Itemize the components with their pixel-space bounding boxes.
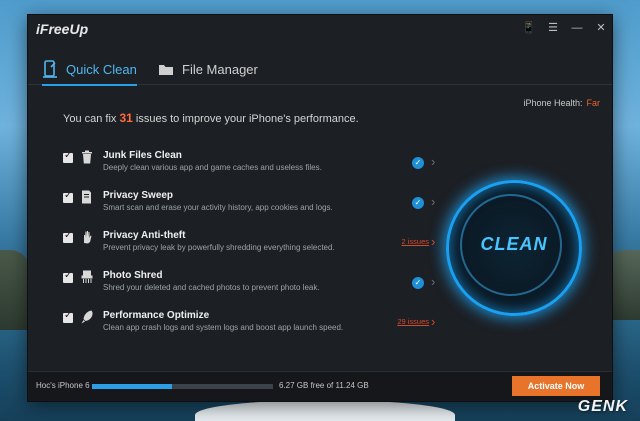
chevron-right-icon[interactable]: › xyxy=(431,154,435,169)
chevron-right-icon[interactable]: › xyxy=(431,234,435,249)
checkbox[interactable] xyxy=(63,150,73,163)
ok-check-icon: ✓ xyxy=(412,197,424,209)
menu-icon[interactable]: ☰ xyxy=(546,21,560,35)
list-item[interactable]: Privacy Sweep Smart scan and erase your … xyxy=(63,188,435,228)
shredder-icon xyxy=(81,270,93,283)
health-value: Far xyxy=(586,98,601,108)
issues-link[interactable]: 2 issues xyxy=(363,237,429,246)
app-window: iFreeUp 📱 ☰ — ✕ Quick Clean File Manager… xyxy=(27,14,613,402)
list-item[interactable]: Performance Optimize Clean app crash log… xyxy=(63,308,435,348)
hand-icon xyxy=(84,231,92,244)
list-item[interactable]: Junk Files Clean Deeply clean various ap… xyxy=(63,148,435,188)
phone-icon[interactable]: 📱 xyxy=(522,21,536,35)
headline-prefix: You can fix xyxy=(63,113,120,125)
item-description: Shred your deleted and cached photos to … xyxy=(103,283,320,292)
storage-text: 6.27 GB free of 11.24 GB xyxy=(279,381,369,390)
ok-check-icon: ✓ xyxy=(412,157,424,169)
ok-check-icon: ✓ xyxy=(412,277,424,289)
issue-count: 31 xyxy=(119,111,133,125)
item-title: Privacy Sweep xyxy=(103,190,174,201)
tab-file-manager-label: File Manager xyxy=(182,61,258,77)
tab-quick-clean[interactable]: Quick Clean xyxy=(42,53,137,86)
chevron-right-icon[interactable]: › xyxy=(431,274,435,289)
item-title: Privacy Anti-theft xyxy=(103,230,186,241)
folder-icon xyxy=(159,65,173,75)
storage-bar-fill xyxy=(92,384,172,389)
clean-item-list: Junk Files Clean Deeply clean various ap… xyxy=(63,148,435,348)
app-title: iFreeUp xyxy=(36,21,89,37)
close-button[interactable]: ✕ xyxy=(594,21,608,35)
list-item[interactable]: Privacy Anti-theft Prevent privacy leak … xyxy=(63,228,435,268)
checkbox[interactable] xyxy=(63,230,73,243)
genk-watermark: GENK xyxy=(577,398,628,415)
clean-button[interactable]: CLEAN xyxy=(446,180,582,316)
item-title: Photo Shred xyxy=(103,270,163,281)
issues-headline: You can fix 31 issues to improve your iP… xyxy=(63,111,359,125)
checkbox[interactable] xyxy=(63,310,73,323)
item-description: Prevent privacy leak by powerfully shred… xyxy=(103,243,335,252)
list-item[interactable]: Photo Shred Shred your deleted and cache… xyxy=(63,268,435,308)
issues-link[interactable]: 29 issues xyxy=(363,317,429,326)
phone-clean-icon xyxy=(43,60,57,78)
chevron-right-icon[interactable]: › xyxy=(431,194,435,209)
trash-icon xyxy=(82,150,92,164)
item-description: Deeply clean various app and game caches… xyxy=(103,163,322,172)
item-description: Smart scan and erase your activity histo… xyxy=(103,203,333,212)
health-label: iPhone Health: xyxy=(523,98,583,108)
document-broom-icon xyxy=(82,190,91,204)
item-description: Clean app crash logs and system logs and… xyxy=(103,323,344,332)
item-title: Junk Files Clean xyxy=(103,150,182,161)
window-controls: 📱 ☰ — ✕ xyxy=(522,21,608,35)
checkbox[interactable] xyxy=(63,270,73,283)
clean-button-label: CLEAN xyxy=(480,234,548,254)
chevron-right-icon[interactable]: › xyxy=(431,314,435,329)
device-name: Hoc's iPhone 6 xyxy=(36,381,90,390)
storage-bar xyxy=(92,384,273,389)
tab-file-manager[interactable]: File Manager xyxy=(158,53,258,85)
item-title: Performance Optimize xyxy=(103,310,210,321)
title-bar[interactable]: iFreeUp 📱 ☰ — ✕ xyxy=(28,15,612,43)
activate-now-button[interactable]: Activate Now xyxy=(512,376,600,396)
rocket-icon xyxy=(81,310,93,324)
tab-quick-clean-label: Quick Clean xyxy=(66,61,137,77)
checkbox[interactable] xyxy=(63,190,73,203)
minimize-button[interactable]: — xyxy=(570,21,584,35)
headline-suffix: issues to improve your iPhone's performa… xyxy=(132,113,359,125)
status-footer: Hoc's iPhone 6 6.27 GB free of 11.24 GB … xyxy=(28,371,612,401)
tab-bar: Quick Clean File Manager xyxy=(28,53,612,86)
desktop-rock-left xyxy=(0,250,30,330)
iphone-health: iPhone Health: Far xyxy=(523,98,600,108)
